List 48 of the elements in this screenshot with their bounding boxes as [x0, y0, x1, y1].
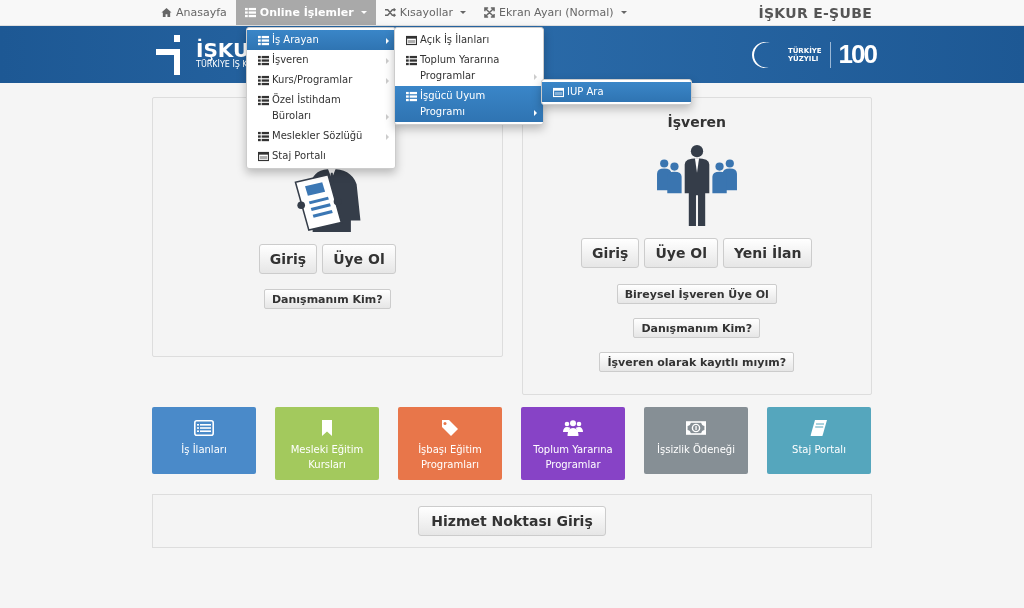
- panel-link-button[interactable]: İşveren olarak kayıtlı mıyım?: [599, 352, 794, 372]
- list-icon: [258, 55, 269, 66]
- list-icon: [244, 7, 256, 18]
- dropdown-item[interactable]: Açık İş İlanları: [395, 30, 543, 50]
- dropdown-item[interactable]: Kurs/Programlar: [247, 70, 395, 90]
- expand-icon: [484, 7, 496, 18]
- users-icon: [563, 420, 583, 436]
- list-icon: [406, 91, 417, 102]
- panel-button[interactable]: Yeni İlan: [723, 238, 813, 268]
- window-icon: [553, 87, 564, 98]
- list-icon: [406, 55, 417, 66]
- centenary-number: 100: [838, 39, 876, 70]
- panel-button[interactable]: Üye Ol: [644, 238, 718, 268]
- logo-text: İŞKU: [196, 39, 250, 60]
- panel-link-button[interactable]: Danışmanım Kim?: [263, 289, 391, 309]
- dropdown-item[interactable]: İş Arayan: [247, 30, 395, 50]
- banknote-icon: [686, 420, 706, 436]
- tag-icon: [440, 420, 460, 436]
- list-icon: [258, 75, 269, 86]
- dropdown-item[interactable]: Staj Portalı: [247, 146, 395, 166]
- list-icon: [194, 420, 214, 436]
- nav-menu-item[interactable]: Kısayollar: [375, 0, 476, 25]
- dropdown-item[interactable]: Meslekler Sözlüğü: [247, 126, 395, 146]
- list-icon: [258, 95, 269, 106]
- panel-button[interactable]: Giriş: [581, 238, 640, 268]
- panel-link-button[interactable]: Bireysel İşveren Üye Ol: [616, 284, 777, 304]
- nav-menu-item[interactable]: Ekran Ayarı (Normal): [475, 0, 636, 25]
- list-icon: [258, 131, 269, 142]
- home-icon: [161, 7, 172, 18]
- service-point-button[interactable]: Hizmet Noktası Giriş: [418, 506, 606, 536]
- shuffle-icon: [384, 7, 396, 18]
- service-tile[interactable]: Toplum Yararına Programlar: [521, 407, 625, 480]
- list-icon: [258, 35, 269, 46]
- dropdown-item[interactable]: Toplum Yararına Programlar: [395, 50, 543, 86]
- panel-link-button[interactable]: Danışmanım Kim?: [633, 318, 761, 338]
- service-tile[interactable]: İş İlanları: [152, 407, 256, 474]
- window-icon: [258, 151, 269, 162]
- panel-button[interactable]: Giriş: [258, 244, 318, 274]
- window-icon: [406, 35, 417, 46]
- dropdown-item[interactable]: IUP Ara: [542, 82, 691, 102]
- dropdown-item[interactable]: İşgücü Uyum Programı: [395, 86, 543, 122]
- dropdown-item[interactable]: Özel İstihdam Büroları: [247, 90, 395, 126]
- site-brand: İŞKUR E-ŞUBE: [758, 4, 872, 21]
- panel-title: İşveren: [667, 114, 726, 130]
- panel-button[interactable]: Üye Ol: [322, 244, 396, 274]
- nav-menu-item[interactable]: Anasayfa: [152, 0, 236, 25]
- dropdown-item[interactable]: İşveren: [247, 50, 395, 70]
- book-icon: [809, 420, 829, 436]
